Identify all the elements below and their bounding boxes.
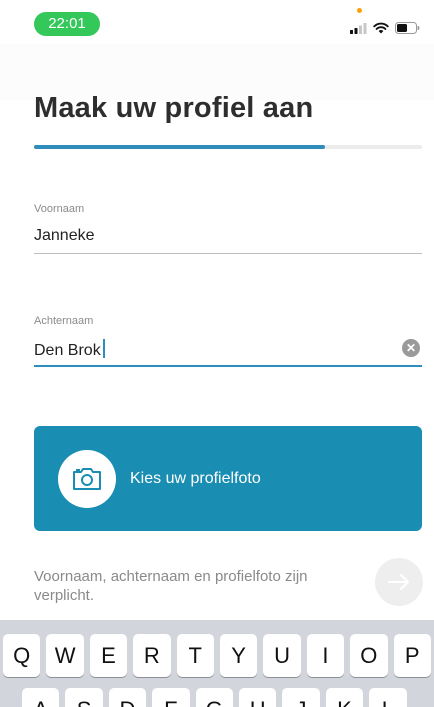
key-t[interactable]: T [176, 634, 214, 677]
key-u[interactable]: U [263, 634, 301, 677]
clear-input-icon[interactable]: ✕ [402, 339, 420, 357]
last-name-input[interactable]: Den Brok [34, 339, 105, 360]
status-icons [350, 22, 420, 34]
key-d[interactable]: D [108, 688, 147, 707]
choose-profile-photo-label: Kies uw profielfoto [130, 470, 261, 487]
key-a[interactable]: A [22, 688, 60, 707]
key-o[interactable]: O [350, 634, 388, 677]
first-name-underline [34, 253, 422, 254]
status-bar: 22:01 [0, 0, 434, 44]
camera-icon [73, 468, 101, 490]
text-caret [102, 339, 105, 358]
key-g[interactable]: G [195, 688, 233, 707]
signal-icon [350, 22, 367, 34]
key-h[interactable]: H [238, 688, 277, 707]
required-fields-hint: Voornaam, achternaam en profielfoto zijn… [34, 568, 308, 604]
key-p[interactable]: P [393, 634, 431, 677]
key-l[interactable]: L [369, 688, 407, 707]
first-name-label: Voornaam [34, 203, 85, 215]
battery-icon [395, 22, 420, 34]
status-time: 22:01 [34, 12, 100, 36]
key-r[interactable]: R [133, 634, 171, 677]
photo-icon-circle [58, 450, 116, 508]
first-name-input[interactable]: Janneke [34, 227, 95, 245]
keyboard-row-1: QWERTYUIOP [3, 634, 431, 677]
key-f[interactable]: F [152, 688, 190, 707]
key-s[interactable]: S [65, 688, 103, 707]
next-button[interactable] [375, 558, 423, 606]
key-e[interactable]: E [89, 634, 128, 677]
key-j[interactable]: J [282, 688, 320, 707]
page-title: Maak uw profiel aan [34, 92, 314, 124]
key-q[interactable]: Q [3, 634, 41, 677]
wifi-icon [373, 22, 389, 34]
progress-bar [34, 145, 422, 149]
last-name-value: Den Brok [34, 342, 101, 359]
key-y[interactable]: Y [219, 634, 258, 677]
keyboard: QWERTYUIOP ASDFGHJKL [0, 620, 434, 707]
key-k[interactable]: K [325, 688, 364, 707]
progress-fill [34, 145, 325, 149]
key-i[interactable]: I [306, 634, 345, 677]
camera-indicator-icon [357, 8, 362, 13]
arrow-right-icon [388, 574, 409, 590]
last-name-label: Achternaam [34, 315, 94, 327]
last-name-underline [34, 365, 422, 367]
key-w[interactable]: W [46, 634, 84, 677]
keyboard-row-2: ASDFGHJKL [22, 688, 407, 707]
choose-profile-photo-button[interactable]: Kies uw profielfoto [34, 426, 422, 531]
